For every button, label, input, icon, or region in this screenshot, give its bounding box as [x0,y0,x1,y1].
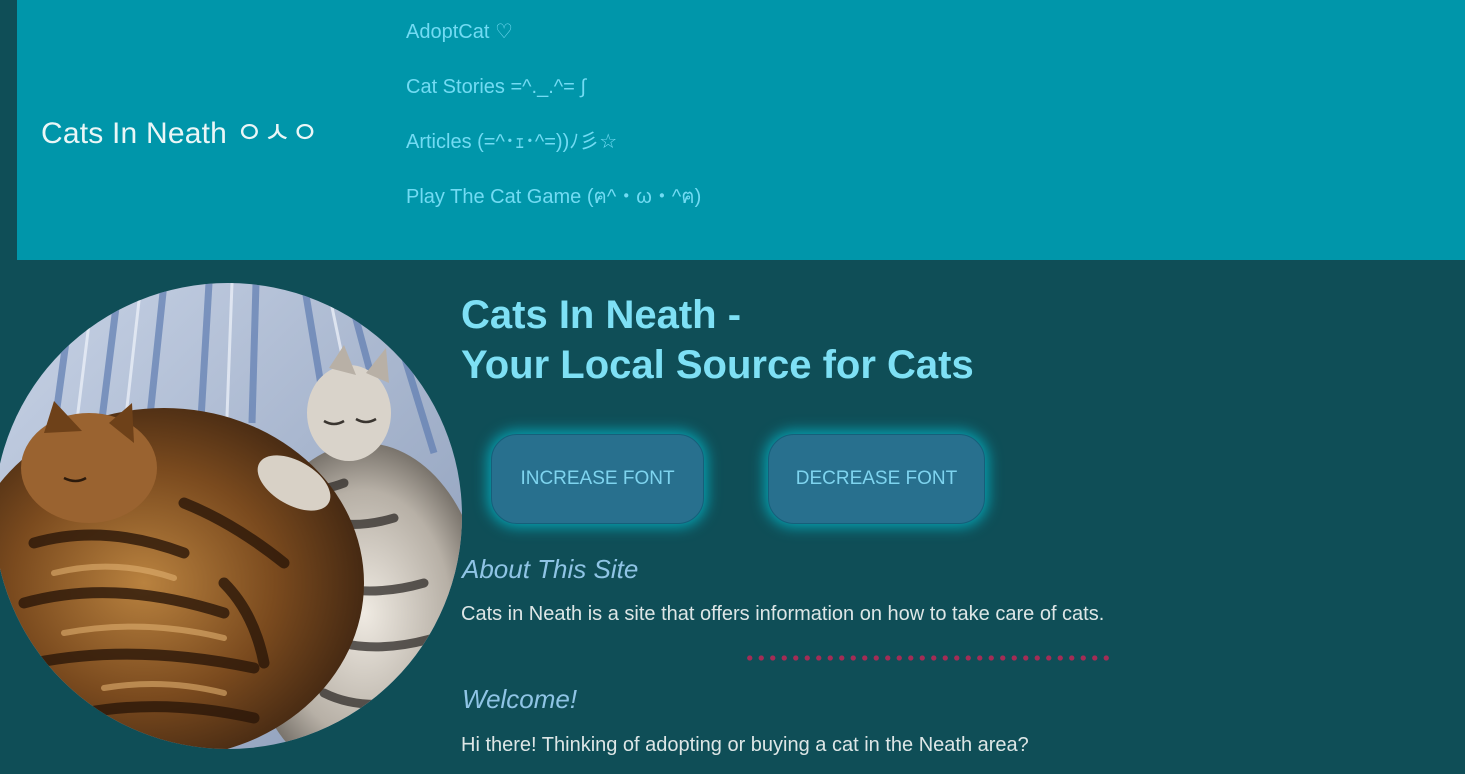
nav-link-cat-game[interactable]: Play The Cat Game (ฅ^・ω・^ฅ) [406,183,701,238]
about-text: Cats in Neath is a site that offers info… [461,603,1105,625]
page-title-line-1: Cats In Neath - [461,293,742,337]
welcome-text: Hi there! Thinking of adopting or buying… [461,734,1029,756]
nav-link-articles[interactable]: Articles (=^･ｪ･^=))ﾉ彡☆ [406,128,701,183]
page: Cats In Neath ㅇㅅㅇ AdoptCat ♡ Cat Stories… [0,0,1465,774]
dotted-divider [744,655,1112,661]
site-brand[interactable]: Cats In Neath ㅇㅅㅇ [41,108,319,152]
page-title-line-2: Your Local Source for Cats [461,343,974,387]
hero-cats-photo [0,283,462,749]
decrease-font-button[interactable]: DECREASE FONT [768,434,985,524]
increase-font-button[interactable]: INCREASE FONT [491,434,704,524]
main-nav: AdoptCat ♡ Cat Stories =^._.^= ∫ Article… [406,18,701,238]
page-title: Cats In Neath - Your Local Source for Ca… [461,290,974,390]
welcome-heading: Welcome! [462,684,578,714]
nav-link-cat-stories[interactable]: Cat Stories =^._.^= ∫ [406,73,701,128]
nav-link-adopt-cat[interactable]: AdoptCat ♡ [406,18,701,73]
about-heading: About This Site [462,554,639,584]
site-header: Cats In Neath ㅇㅅㅇ AdoptCat ♡ Cat Stories… [17,0,1465,260]
